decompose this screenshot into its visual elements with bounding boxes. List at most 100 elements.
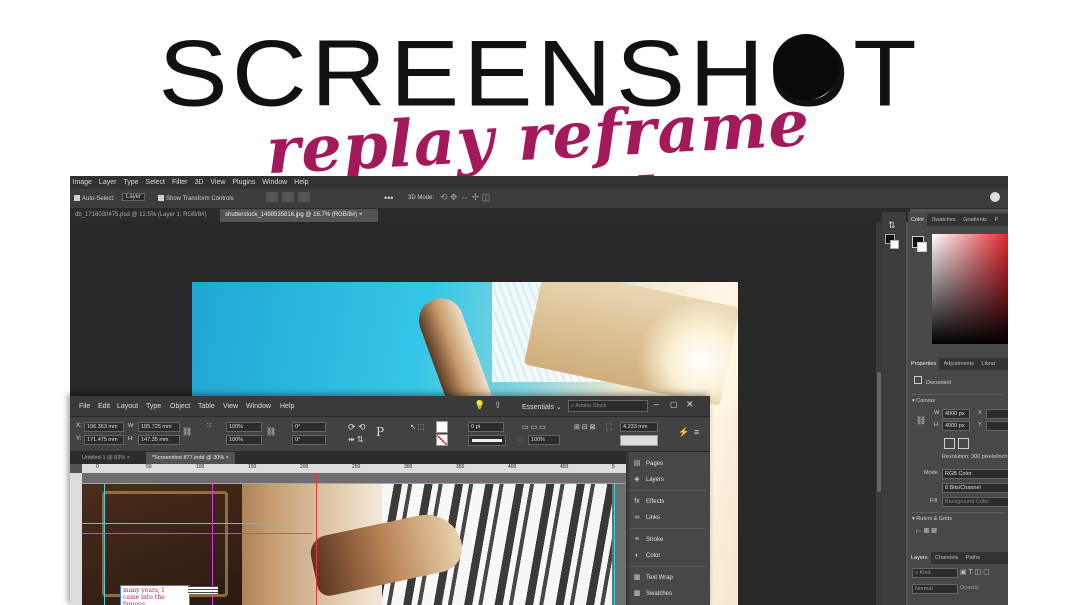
select-container-icon[interactable]: ↖ ⬚ — [410, 423, 424, 431]
vertical-ruler[interactable] — [70, 473, 82, 605]
more-options-icon[interactable]: ••• — [384, 193, 393, 203]
3d-tools-icon[interactable]: ⟲ ✥ ⇔ ✢ ◫ — [440, 192, 490, 203]
menu-window[interactable]: Window — [246, 403, 271, 410]
panel-stroke[interactable]: ≡ Stroke — [632, 534, 708, 546]
tab-layers[interactable]: Layers — [908, 552, 931, 564]
tab-gradients[interactable]: Gradients — [960, 214, 990, 223]
minimize-icon[interactable]: – — [654, 399, 659, 409]
tab-adjustments[interactable]: Adjustments — [941, 358, 977, 367]
publish-icon[interactable]: ⇪ — [494, 400, 502, 411]
adobe-stock-search-input[interactable]: ⌕ Adobe Stock — [568, 400, 648, 412]
paragraph-icon[interactable]: P — [376, 425, 384, 439]
fill-swatch[interactable] — [436, 421, 448, 433]
background-color-icon[interactable] — [890, 240, 899, 249]
frame-fitting-icon[interactable]: ⛶ — [606, 422, 612, 433]
constrain-proportions-icon[interactable]: ⛓ — [182, 427, 192, 436]
stroke-swatch[interactable] — [436, 434, 448, 446]
canvas-width-field[interactable]: 4000 px — [942, 409, 970, 419]
menu-image[interactable]: Image — [70, 176, 94, 186]
tab-swatches[interactable]: Swatches — [929, 214, 959, 223]
landscape-orientation-icon[interactable] — [958, 438, 969, 449]
text-frame[interactable]: many years, I came into the famous — [120, 585, 190, 605]
guide-line[interactable] — [82, 483, 626, 484]
menu-view[interactable]: View — [223, 403, 238, 410]
maximize-icon[interactable]: ▢ — [670, 400, 678, 409]
flip-icons[interactable]: ⇹ ⇅ — [348, 435, 364, 444]
align-left-icon[interactable] — [266, 192, 278, 202]
guide-line[interactable] — [614, 483, 615, 605]
color-panel-bg-swatch[interactable] — [917, 242, 927, 252]
opacity-field[interactable]: 100% — [528, 435, 560, 445]
align-center-icon[interactable] — [282, 192, 294, 202]
tab-properties[interactable]: Properties — [908, 358, 940, 370]
panel-dock-edge[interactable] — [626, 452, 629, 605]
shear-angle-field[interactable]: 0° — [292, 435, 326, 445]
color-picker-field[interactable] — [932, 234, 1008, 344]
menu-type[interactable]: Type — [121, 176, 141, 186]
menu-filter[interactable]: Filter — [169, 176, 190, 186]
menu-window[interactable]: Window — [260, 176, 290, 186]
close-tab-icon[interactable]: × — [127, 455, 130, 461]
menu-select[interactable]: Select — [143, 176, 167, 186]
panel-arrange-icon[interactable]: ⇅ — [888, 220, 896, 231]
canvas-height-field[interactable]: 4000 px — [942, 421, 970, 431]
menu-view[interactable]: View — [208, 176, 228, 186]
scale-y-field[interactable]: 100% — [226, 435, 262, 445]
link-dimensions-icon[interactable]: ⛓ — [916, 416, 926, 425]
portrait-orientation-icon[interactable] — [944, 438, 955, 449]
tab-channels[interactable]: Channels — [932, 552, 961, 561]
panel-text-wrap[interactable]: ▦ Text Wrap — [632, 572, 708, 584]
layer-filter-icons[interactable]: ▣ T ◫ ▢ — [960, 568, 990, 576]
rulers-grids-section-header[interactable]: ▾ Rulers & Grids — [912, 516, 952, 522]
fill-dropdown[interactable]: Background Color — [942, 497, 1008, 507]
quick-apply-icon[interactable]: ⚡ — [678, 427, 689, 438]
close-tab-icon[interactable]: × — [359, 212, 363, 218]
horizontal-ruler[interactable]: 0 50 100 150 200 250 300 350 400 450 5 — [82, 464, 626, 473]
panel-color[interactable]: ◐ Color — [632, 550, 708, 562]
auto-select-checkbox[interactable]: Auto-Select: — [74, 195, 115, 202]
object-style-dropdown[interactable] — [620, 435, 658, 446]
menu-3d[interactable]: 3D — [192, 176, 206, 186]
show-transform-checkbox[interactable]: Show Transform Controls — [158, 195, 234, 202]
menu-object[interactable]: Object — [170, 403, 190, 410]
doc-tab-screenshot[interactable]: *Screenshot 877.indd @ 30% × — [146, 452, 235, 464]
doc-tab-1[interactable]: db_1716030475.psd @ 12.5% (Layer 1, RGB/… — [70, 209, 220, 222]
layer-filter-kind-dropdown[interactable]: ⌕ Kind — [912, 568, 958, 578]
menu-file[interactable]: File — [79, 403, 90, 410]
menu-table[interactable]: Table — [198, 403, 215, 410]
align-right-icon[interactable] — [298, 192, 310, 202]
x-position-field[interactable]: 106.363 mm — [84, 422, 124, 432]
height-field[interactable]: 147.35 mm — [138, 435, 180, 445]
size-field[interactable]: 4.233 mm — [620, 422, 658, 432]
guide-line[interactable] — [82, 523, 282, 524]
tab-paths[interactable]: Paths — [963, 552, 983, 561]
menu-help[interactable]: Help — [280, 403, 294, 410]
panel-pages[interactable]: ▤ Pages — [632, 458, 708, 470]
mode-dropdown[interactable]: RGB Color — [942, 469, 1008, 479]
menu-plugins[interactable]: Plugins — [230, 176, 258, 186]
menu-type[interactable]: Type — [146, 403, 161, 410]
tab-color[interactable]: Color — [908, 214, 928, 226]
bit-depth-dropdown[interactable]: 8 Bits/Channel — [942, 483, 1008, 493]
rotation-angle-field[interactable]: 0° — [292, 422, 326, 432]
panel-swatches[interactable]: ▩ Swatches — [632, 588, 708, 600]
workspace-switcher[interactable]: Essentials ⌄ — [522, 403, 562, 411]
panel-menu-icon[interactable]: ≡ — [694, 427, 699, 437]
panel-layers[interactable]: ◈ Layers — [632, 474, 708, 486]
corner-options-icons[interactable]: ⊞ ⊟ ⊠ — [574, 423, 596, 431]
menu-help[interactable]: Help — [292, 176, 311, 186]
auto-select-target-dropdown[interactable]: Layer — [122, 193, 146, 201]
tab-libraries[interactable]: Librar — [978, 358, 998, 367]
margin-guide[interactable] — [82, 533, 312, 534]
close-tab-icon[interactable]: × — [226, 455, 229, 461]
stroke-weight-field[interactable]: 0 pt — [468, 422, 504, 432]
guide-line[interactable] — [104, 483, 105, 605]
doc-tab-2[interactable]: shutterstock_1498535816.jpg @ 16.7% (RGB… — [220, 209, 378, 222]
ruler-units-icon[interactable]: ⟝ ▦ ▦ — [916, 528, 937, 536]
reference-point-icon[interactable]: ⁙ — [206, 421, 213, 430]
menu-edit[interactable]: Edit — [98, 403, 110, 410]
menu-layout[interactable]: Layout — [117, 403, 138, 410]
indesign-spread[interactable]: many years, I came into the famous — [82, 473, 626, 605]
stroke-style-dropdown[interactable] — [468, 435, 506, 446]
tab-patterns[interactable]: P — [991, 214, 1001, 223]
